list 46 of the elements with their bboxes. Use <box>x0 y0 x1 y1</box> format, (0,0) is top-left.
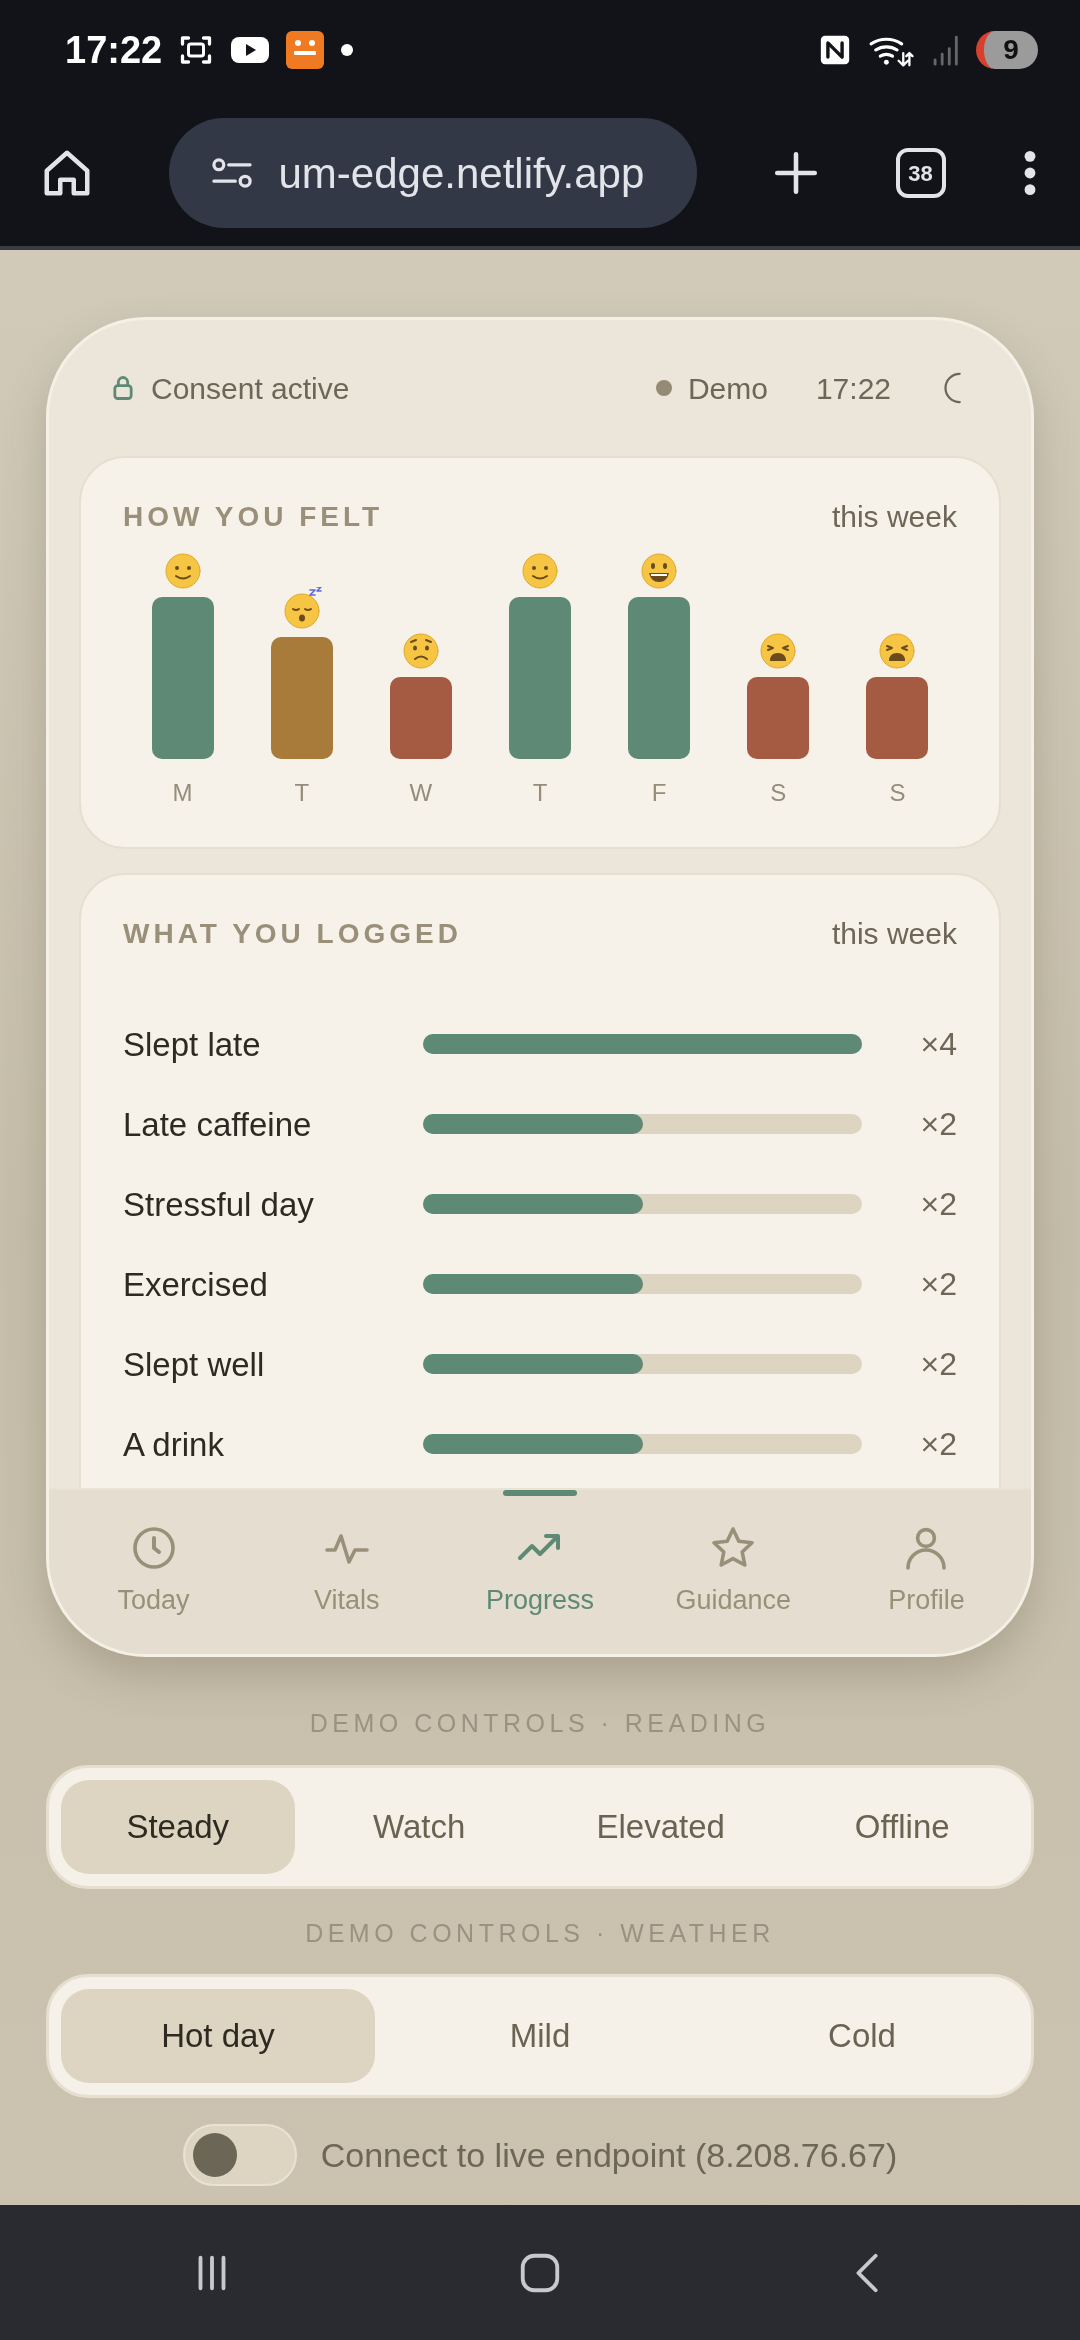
status-time: 17:22 <box>65 27 163 73</box>
nfc-icon <box>818 33 852 67</box>
day-label: T <box>532 778 548 809</box>
status-dot <box>655 380 672 397</box>
day-label: S <box>770 778 787 809</box>
card-title: WHAT YOU LOGGED <box>123 916 462 951</box>
log-label: Slept late <box>123 1024 262 1065</box>
day-label: S <box>889 778 906 809</box>
toggle-label: Connect to live endpoint (8.208.76.67) <box>320 2134 898 2176</box>
segment-option[interactable]: Watch <box>302 1779 536 1874</box>
url-text: um-edge.netlify.app <box>278 148 645 199</box>
segment-option[interactable]: Cold <box>705 1989 1019 2083</box>
lock-icon <box>111 374 135 403</box>
count-label: ×2 <box>919 1345 957 1385</box>
log-label: Late caffeine <box>123 1104 313 1145</box>
segment-option[interactable]: Mild <box>383 1989 697 2083</box>
count-label: ×2 <box>919 1185 957 1225</box>
log-label: Stressful day <box>123 1184 315 1225</box>
day-label: W <box>409 778 433 809</box>
clock-time: 17:22 <box>815 370 891 407</box>
count-label: ×2 <box>919 1425 957 1465</box>
battery-indicator: 9 <box>976 31 1038 69</box>
log-label: Exercised <box>123 1264 269 1305</box>
segment-option[interactable]: Hot day <box>61 1989 375 2083</box>
dot-icon <box>340 43 355 57</box>
count-label: ×4 <box>919 1025 957 1065</box>
segment-option[interactable]: Steady <box>61 1779 295 1874</box>
segment-option[interactable]: Offline <box>785 1779 1019 1874</box>
mode-label: Demo <box>687 370 768 407</box>
period-label: this week <box>831 499 957 536</box>
play-icon <box>230 35 271 65</box>
period-label: this week <box>831 916 957 953</box>
tab-count-button[interactable]: 38 <box>895 148 946 198</box>
consent-status: Consent active <box>151 370 350 407</box>
count-label: ×2 <box>919 1105 957 1145</box>
day-label: T <box>294 778 310 809</box>
day-label: F <box>651 778 667 809</box>
app-icon <box>286 31 325 69</box>
address-bar[interactable]: um-edge.netlify.app <box>168 118 697 228</box>
nav-tab[interactable]: Progress <box>443 1523 637 1620</box>
segment-option[interactable]: Elevated <box>544 1779 778 1874</box>
day-label: M <box>172 778 193 809</box>
log-label: Slept well <box>123 1344 266 1385</box>
count-label: ×2 <box>919 1265 957 1305</box>
log-label: A drink <box>123 1424 225 1465</box>
card-title: HOW YOU FELT <box>123 499 384 534</box>
